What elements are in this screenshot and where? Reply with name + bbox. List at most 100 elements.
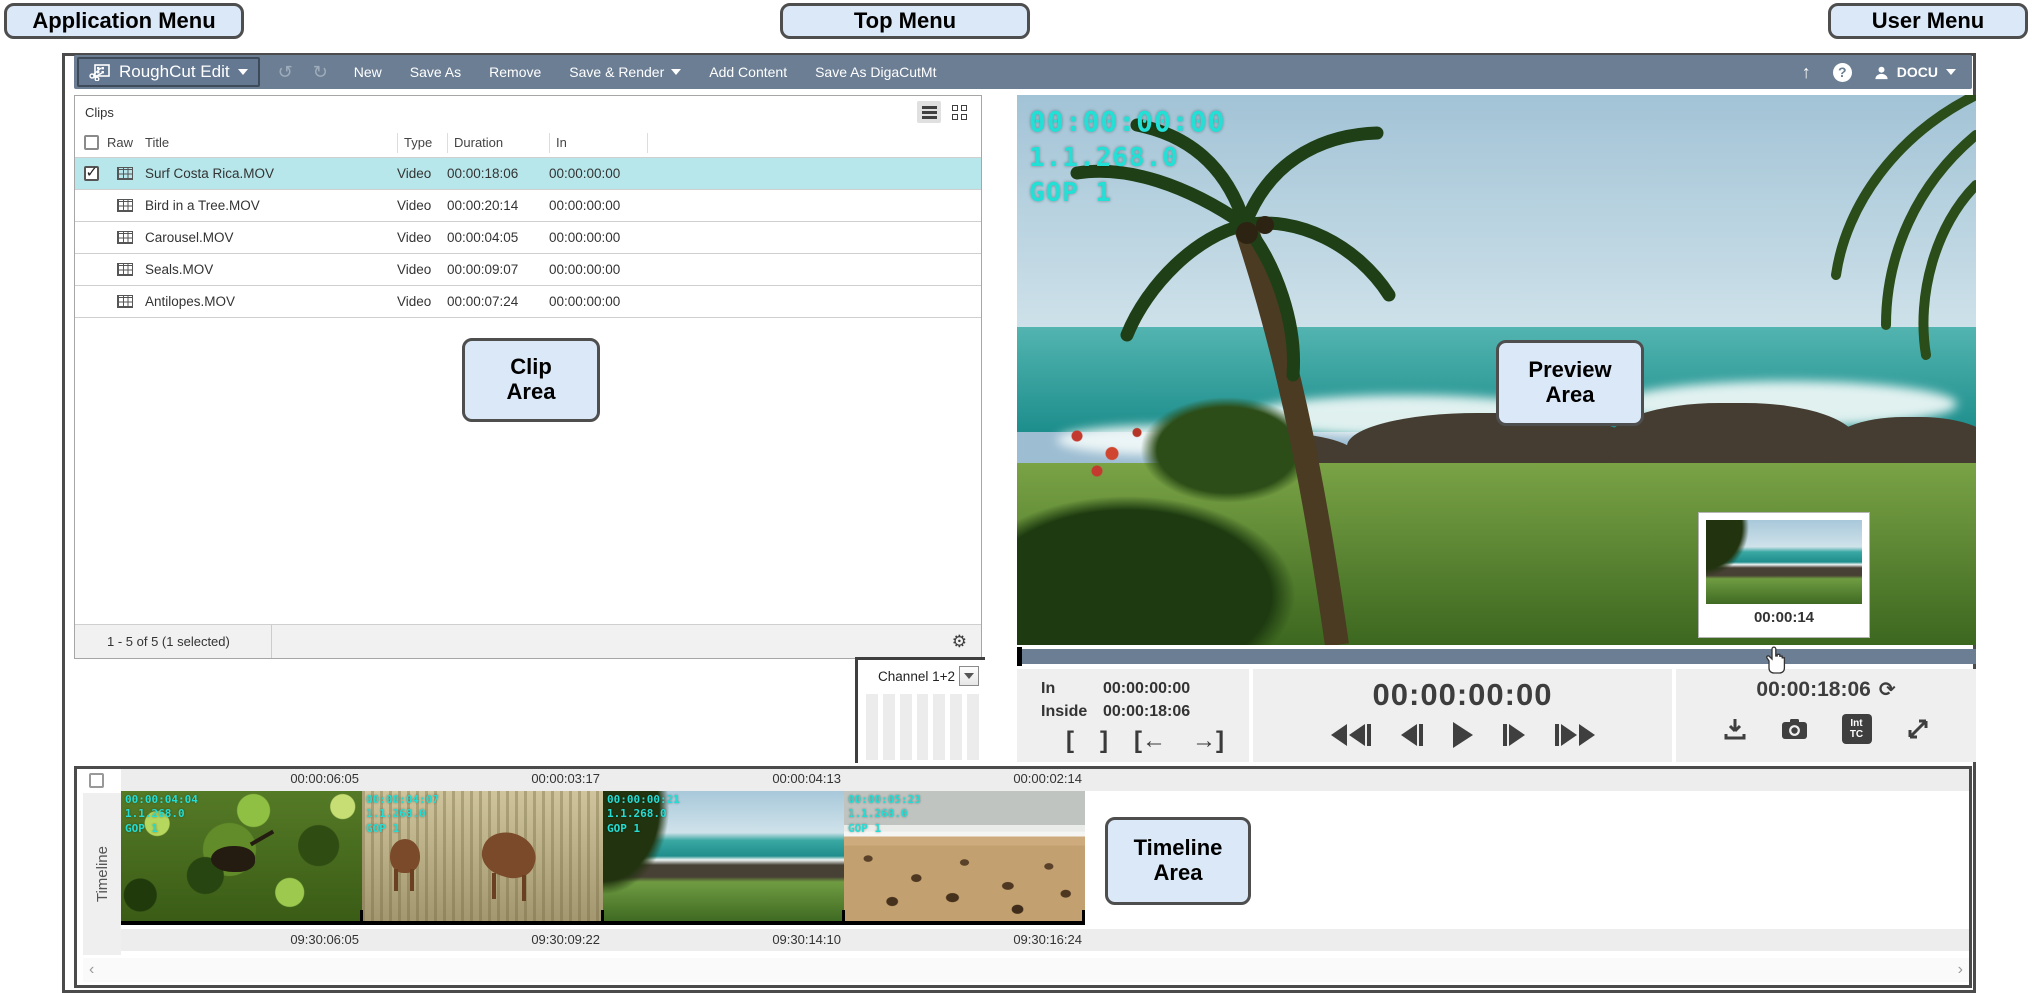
help-icon[interactable]: ? bbox=[1833, 63, 1852, 82]
mark-in-button[interactable]: [ bbox=[1066, 727, 1074, 755]
play-button[interactable] bbox=[1453, 722, 1473, 748]
redo-icon[interactable]: ↻ bbox=[313, 62, 328, 83]
callout-clip-area: Clip Area bbox=[462, 338, 600, 422]
column-in: In bbox=[549, 133, 647, 153]
download-icon[interactable] bbox=[1723, 717, 1747, 741]
scrub-thumbnail: 00:00:14 bbox=[1698, 512, 1870, 638]
user-name: DOCU bbox=[1897, 64, 1938, 80]
clip-duration-controls: 00:00:18:06 ⟳ Int TC bbox=[1676, 669, 1976, 762]
step-back-button[interactable] bbox=[1401, 724, 1423, 746]
thumbnail-timecode: 00:00:14 bbox=[1706, 609, 1862, 626]
scroll-right-icon[interactable]: › bbox=[1958, 961, 1963, 979]
callout-application-menu: Application Menu bbox=[4, 3, 244, 39]
audio-meter-panel: Channel 1+2 bbox=[855, 657, 985, 763]
video-timecode-overlay: 00:00:00:00 1.1.268.0 GOP 1 bbox=[1029, 103, 1225, 211]
step-forward-button[interactable] bbox=[1503, 724, 1525, 746]
clip-title: Antilopes.MOV bbox=[143, 294, 397, 309]
roughcut-logo-icon bbox=[89, 63, 111, 81]
timeline-clip[interactable]: 00:00:04:07 1.1.268.0 GOP 1 bbox=[362, 791, 603, 921]
remove-button[interactable]: Remove bbox=[489, 64, 541, 80]
timeline-panel: 00:00:06:05 00:00:03:17 00:00:04:13 00:0… bbox=[74, 766, 1972, 988]
timeline-clip[interactable]: 00:00:05:23 1.1.268.0 GOP 1 bbox=[844, 791, 1085, 921]
top-toolbar: RoughCut Edit ↺ ↻ New Save As Remove Sav… bbox=[74, 55, 1972, 89]
inside-value: 00:00:18:06 bbox=[1103, 700, 1249, 723]
callout-preview-area: Preview Area bbox=[1496, 340, 1644, 426]
clips-table-header: Raw Title Type Duration In bbox=[75, 128, 981, 158]
save-digacutmt-button[interactable]: Save As DigaCutMt bbox=[815, 64, 936, 80]
add-content-button[interactable]: Add Content bbox=[709, 64, 787, 80]
column-type: Type bbox=[397, 133, 447, 153]
clip-table-icon bbox=[117, 167, 133, 180]
in-label: In bbox=[1041, 677, 1103, 700]
clips-panel-title: Clips bbox=[85, 105, 114, 120]
timeline-track-label: Timeline bbox=[94, 846, 111, 902]
fullscreen-icon[interactable] bbox=[1906, 717, 1930, 741]
clip-title: Surf Costa Rica.MOV bbox=[143, 166, 397, 181]
upload-icon[interactable]: ↑ bbox=[1802, 62, 1811, 83]
screen: Application Menu Top Menu User Menu Roug… bbox=[0, 0, 2032, 993]
new-button[interactable]: New bbox=[354, 64, 382, 80]
app-selector-button[interactable]: RoughCut Edit bbox=[77, 57, 260, 87]
loop-icon[interactable]: ⟳ bbox=[1879, 677, 1896, 702]
app-selector-label: RoughCut Edit bbox=[119, 62, 230, 82]
table-row[interactable]: Carousel.MOV Video 00:00:04:05 00:00:00:… bbox=[75, 222, 981, 254]
table-row[interactable]: Bird in a Tree.MOV Video 00:00:20:14 00:… bbox=[75, 190, 981, 222]
goto-in-button[interactable]: [← bbox=[1134, 727, 1166, 755]
in-value: 00:00:00:00 bbox=[1103, 677, 1249, 700]
inside-label: Inside bbox=[1041, 700, 1103, 723]
clip-table-icon bbox=[117, 231, 133, 244]
current-timecode: 00:00:00:00 bbox=[1253, 677, 1672, 713]
clip-table-icon bbox=[117, 263, 133, 276]
table-row[interactable]: ✓ Surf Costa Rica.MOV Video 00:00:18:06 … bbox=[75, 158, 981, 190]
callout-top-menu: Top Menu bbox=[780, 3, 1030, 39]
user-menu-button[interactable]: DOCU bbox=[1874, 64, 1956, 80]
table-row[interactable]: Seals.MOV Video 00:00:09:07 00:00:00:00 bbox=[75, 254, 981, 286]
column-raw: Raw bbox=[107, 135, 143, 150]
preview-area: 00:00:00:00 1.1.268.0 GOP 1 Preview Area… bbox=[1017, 95, 1976, 762]
palm-fronds-right bbox=[1646, 95, 1976, 395]
grid-view-icon[interactable] bbox=[947, 101, 971, 123]
clip-table-icon bbox=[117, 199, 133, 212]
list-view-icon[interactable] bbox=[917, 101, 941, 123]
timeline-start-times: 09:30:06:05 09:30:09:22 09:30:14:10 09:3… bbox=[121, 929, 1969, 951]
jump-start-button[interactable] bbox=[1331, 724, 1371, 746]
internal-timecode-button[interactable]: Int TC bbox=[1842, 714, 1872, 744]
jump-end-button[interactable] bbox=[1555, 724, 1595, 746]
timeline-clip[interactable]: 00:00:04:04 1.1.268.0 GOP 1 bbox=[121, 791, 362, 921]
callout-user-menu: User Menu bbox=[1828, 3, 2028, 39]
settings-gear-icon[interactable]: ⚙ bbox=[952, 632, 967, 652]
clips-status-bar: 1 - 5 of 5 (1 selected) ⚙ bbox=[75, 624, 981, 658]
user-icon bbox=[1874, 65, 1889, 80]
chevron-down-icon bbox=[671, 69, 681, 75]
save-render-button[interactable]: Save & Render bbox=[569, 64, 681, 80]
channel-label: Channel 1+2 bbox=[878, 669, 955, 684]
row-checkbox[interactable]: ✓ bbox=[84, 166, 99, 181]
column-title: Title bbox=[143, 135, 397, 150]
snapshot-camera-icon[interactable] bbox=[1781, 718, 1808, 740]
playhead-marker[interactable] bbox=[1017, 647, 1022, 666]
chevron-down-icon bbox=[1946, 69, 1956, 75]
inout-controls: In 00:00:00:00 Inside 00:00:18:06 [ ] [←… bbox=[1017, 669, 1249, 762]
goto-out-button[interactable]: →] bbox=[1192, 727, 1224, 755]
video-viewport: 00:00:00:00 1.1.268.0 GOP 1 Preview Area… bbox=[1017, 95, 1976, 645]
table-row[interactable]: Antilopes.MOV Video 00:00:07:24 00:00:00… bbox=[75, 286, 981, 318]
select-all-checkbox[interactable] bbox=[84, 135, 99, 150]
transport-controls: 00:00:00:00 bbox=[1253, 669, 1672, 762]
timeline-clip[interactable]: 00:00:00:21 1.1.268.0 GOP 1 bbox=[603, 791, 844, 921]
undo-icon[interactable]: ↺ bbox=[278, 62, 293, 83]
scroll-left-icon[interactable]: ‹ bbox=[89, 961, 94, 979]
save-as-button[interactable]: Save As bbox=[410, 64, 461, 80]
callout-timeline-area: Timeline Area bbox=[1105, 817, 1251, 905]
timeline-duration-ruler: 00:00:06:05 00:00:03:17 00:00:04:13 00:0… bbox=[121, 769, 1969, 791]
mark-out-button[interactable]: ] bbox=[1100, 727, 1108, 755]
row-count-status: 1 - 5 of 5 (1 selected) bbox=[107, 634, 230, 649]
clip-title: Seals.MOV bbox=[143, 262, 397, 277]
timeline-track-header: Timeline bbox=[83, 793, 121, 955]
column-duration: Duration bbox=[447, 133, 549, 153]
timeline-checkbox[interactable] bbox=[89, 773, 104, 788]
chevron-down-icon bbox=[238, 69, 248, 75]
seek-bar[interactable] bbox=[1017, 649, 1976, 664]
timeline-scrollbar[interactable]: ‹ › bbox=[83, 958, 1969, 982]
audio-level-meters bbox=[866, 694, 979, 760]
channel-select[interactable] bbox=[959, 666, 979, 686]
